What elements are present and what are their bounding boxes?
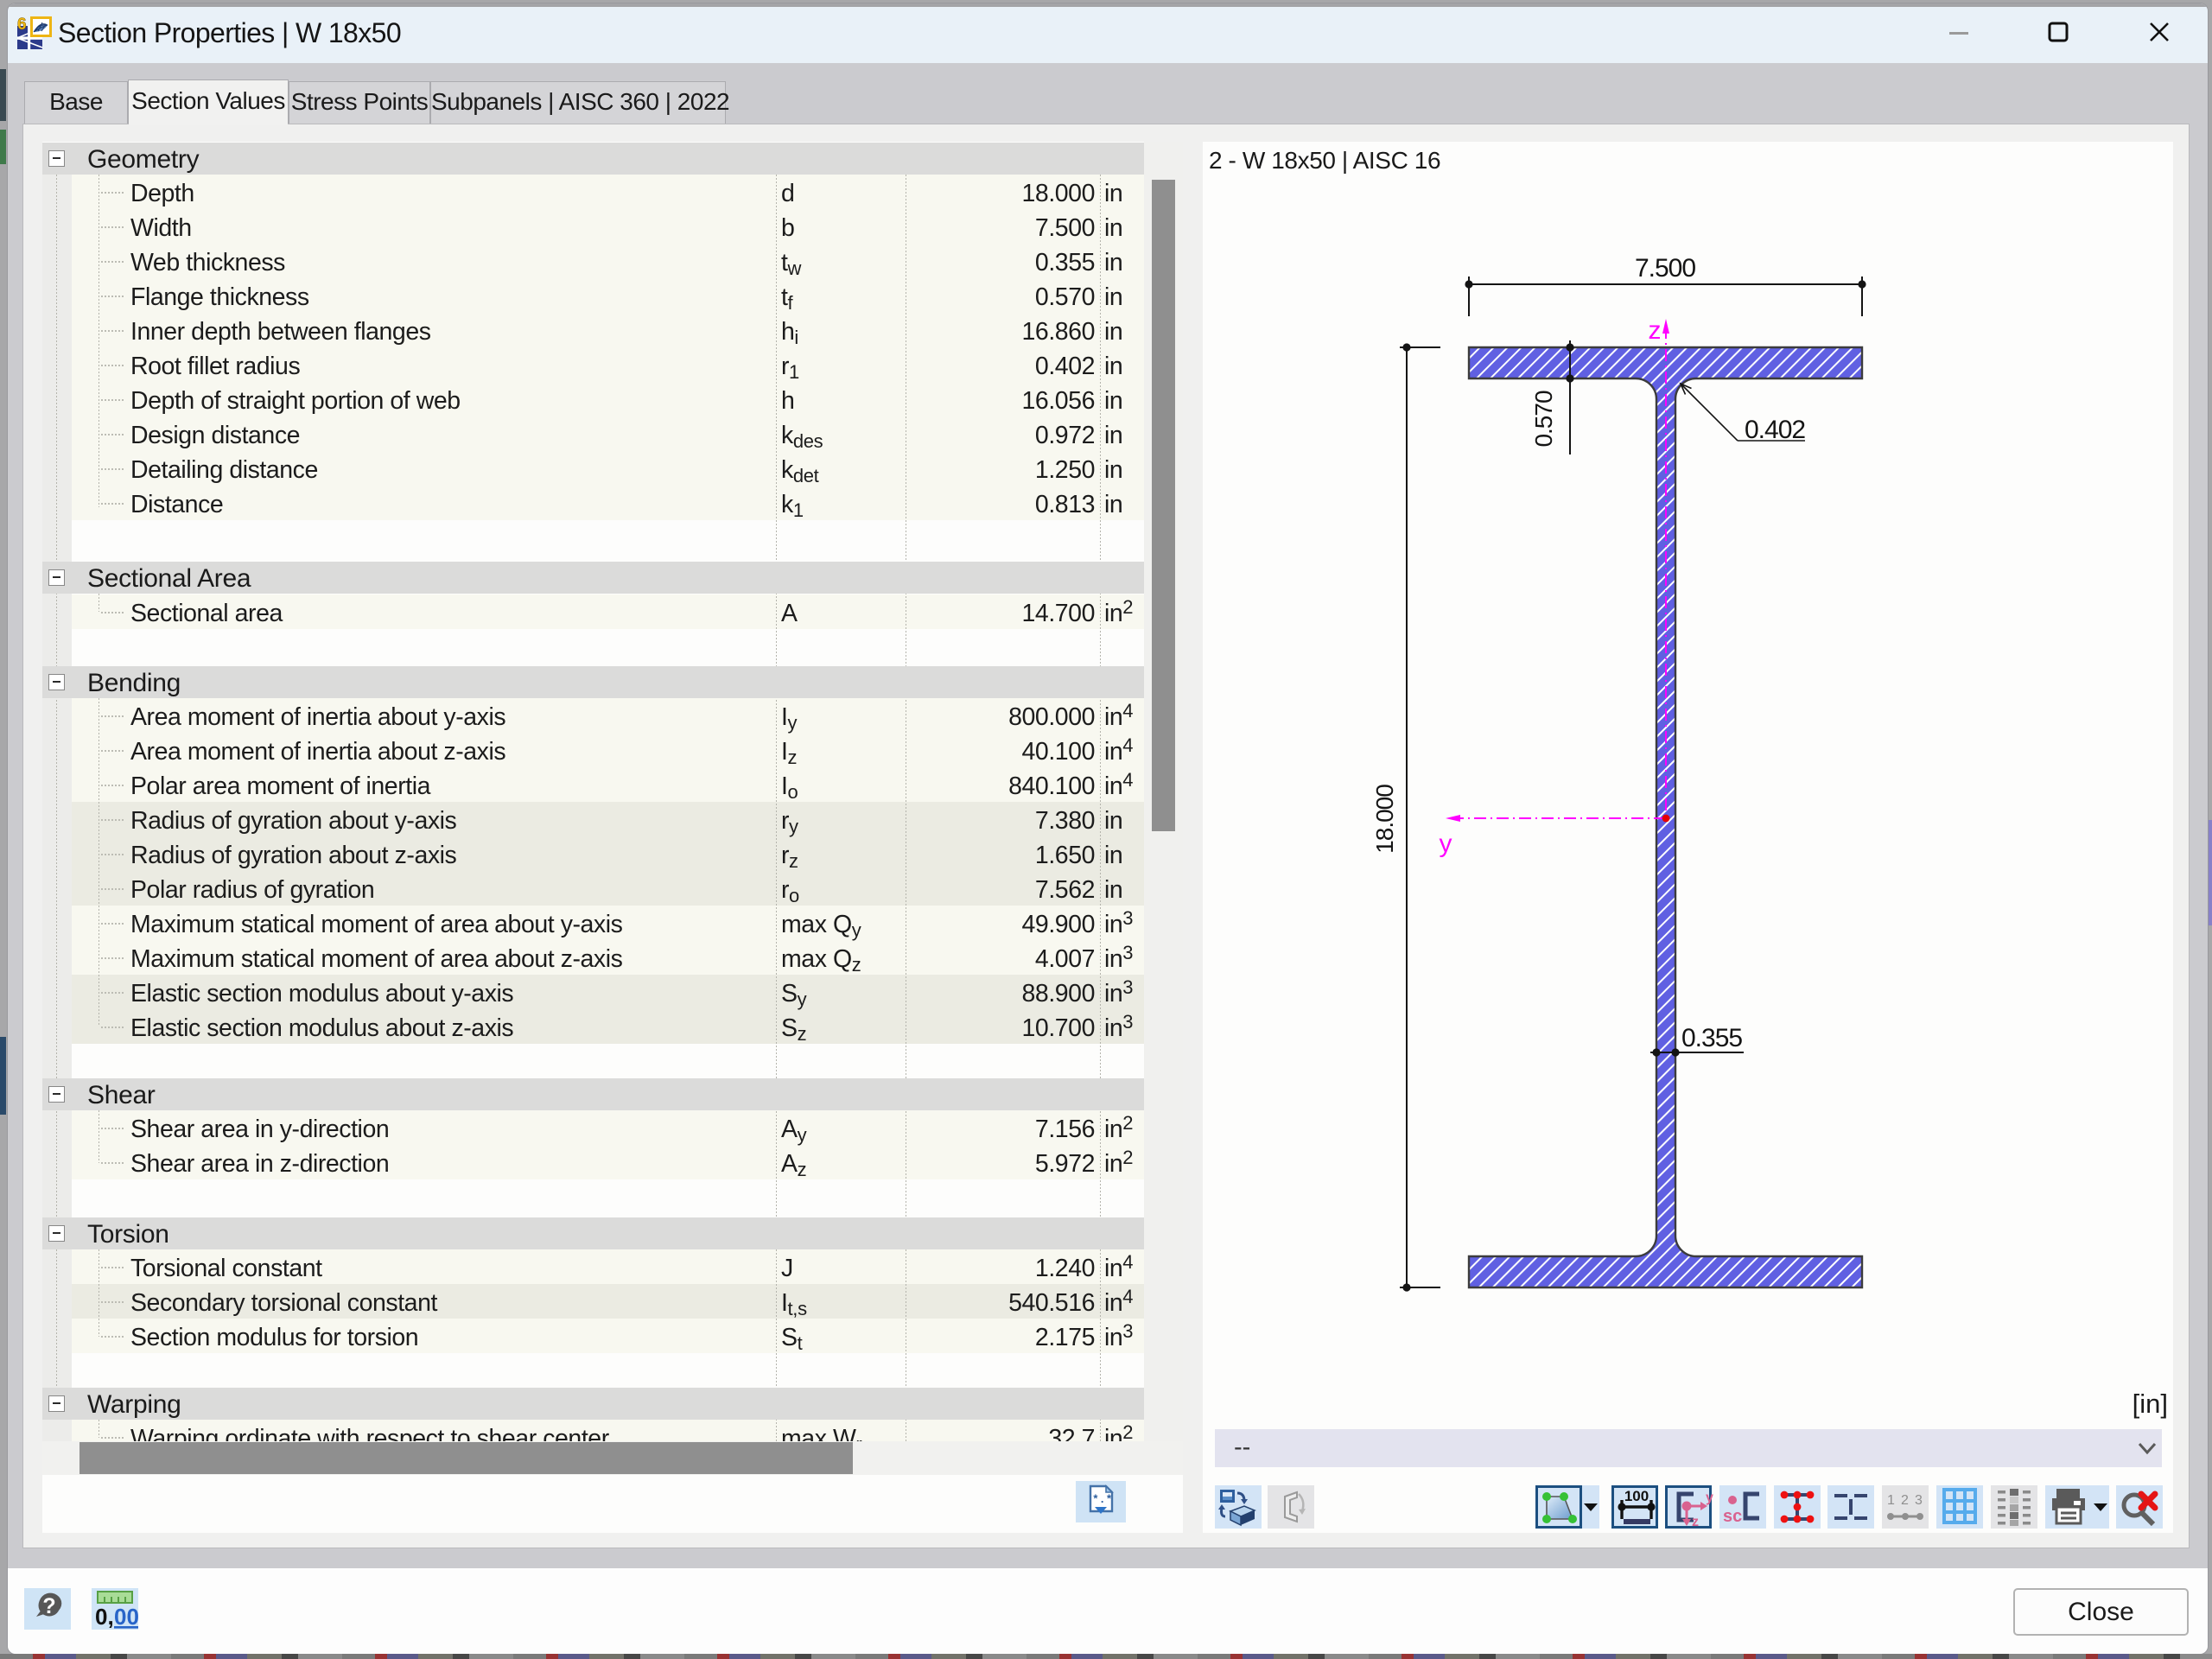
svg-text:6: 6 <box>17 16 27 34</box>
svg-text:0,: 0, <box>95 1604 114 1630</box>
svg-text:*.*: *.* <box>1092 1493 1112 1506</box>
svg-text:0.570: 0.570 <box>1530 391 1557 447</box>
svg-text:18.000: 18.000 <box>1371 785 1398 854</box>
svg-text:?: ? <box>42 1594 55 1618</box>
svg-text:0.355: 0.355 <box>1681 1024 1742 1052</box>
svg-text:2: 2 <box>1901 1493 1909 1508</box>
svg-text:sc: sc <box>1723 1507 1742 1526</box>
svg-text:z: z <box>1692 1515 1699 1526</box>
svg-text:y: y <box>1706 1491 1713 1505</box>
svg-text:z: z <box>1649 316 1662 345</box>
svg-text:00: 00 <box>114 1604 138 1630</box>
svg-text:100: 100 <box>1624 1488 1649 1504</box>
svg-text:1: 1 <box>1887 1493 1895 1508</box>
svg-text:0.402: 0.402 <box>1745 416 1805 444</box>
svg-text:3: 3 <box>1915 1493 1923 1508</box>
svg-text:y: y <box>1440 830 1452 858</box>
svg-text:7.500: 7.500 <box>1635 254 1695 283</box>
